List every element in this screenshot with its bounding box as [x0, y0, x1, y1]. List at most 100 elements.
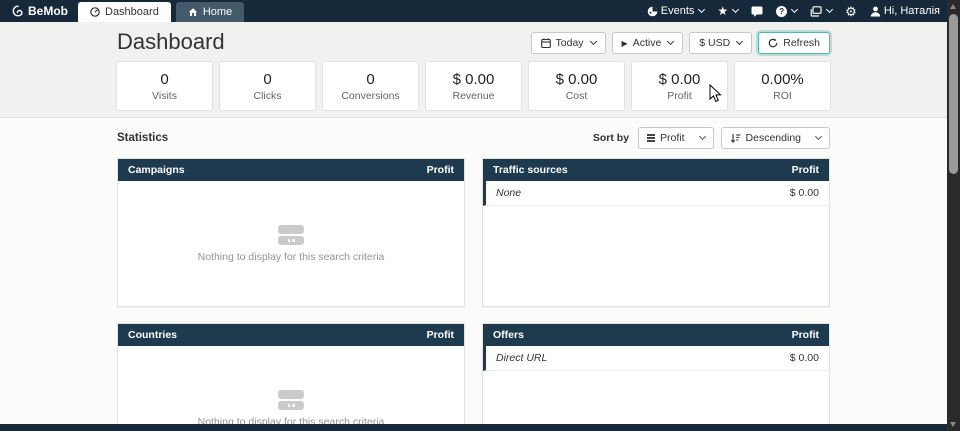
stat-value: $ 0.00 — [556, 71, 598, 88]
stat-card-conversions: 0 Conversions — [323, 62, 418, 110]
statistics-panels: Campaigns Profit Nothing to display for … — [117, 158, 830, 431]
tab-dashboard[interactable]: Dashboard — [78, 2, 171, 22]
stat-label: Conversions — [341, 90, 399, 102]
help-menu[interactable]: ? — [776, 6, 797, 17]
panel-title: Countries — [128, 329, 177, 341]
stat-value: 0 — [160, 71, 168, 88]
tab-home-label: Home — [203, 6, 232, 18]
sort-controls: Sort by Profit Descending — [593, 127, 830, 149]
empty-state: Nothing to display for this search crite… — [118, 346, 464, 431]
empty-data-icon — [278, 225, 304, 245]
currency-button[interactable]: $ USD — [689, 32, 752, 54]
feedback-button[interactable] — [751, 6, 763, 17]
user-icon — [870, 6, 881, 17]
panel-metric-label: Profit — [427, 329, 454, 341]
settings-button[interactable]: ⚙ — [845, 5, 857, 18]
stat-value: 0 — [263, 71, 271, 88]
stat-card-revenue: $ 0.00 Revenue — [426, 62, 521, 110]
topbar-actions: Events ★ ? ⚙ — [647, 0, 960, 22]
stat-label: ROI — [773, 90, 792, 102]
scroll-up-arrow-icon[interactable] — [950, 4, 956, 9]
summary-stats-row: 0 Visits 0 Clicks 0 Conversions $ 0.00 R… — [117, 62, 830, 110]
currency-label: $ USD — [699, 37, 730, 49]
empty-data-icon — [278, 390, 304, 410]
tab-dashboard-label: Dashboard — [105, 6, 159, 18]
empty-state-text: Nothing to display for this search crite… — [198, 251, 385, 263]
stat-card-cost: $ 0.00 Cost — [529, 62, 624, 110]
sort-direction-select[interactable]: Descending — [721, 127, 830, 149]
stat-value: $ 0.00 — [659, 71, 701, 88]
empty-state: Nothing to display for this search crite… — [118, 181, 464, 307]
calendar-icon — [541, 38, 551, 48]
statistics-heading: Statistics — [117, 132, 168, 144]
stat-label: Visits — [152, 90, 177, 102]
dashboard-header: Dashboard Today ▶ Active $ USD — [0, 22, 947, 118]
row-name: None — [496, 187, 521, 199]
panel-title: Campaigns — [128, 164, 185, 176]
table-row[interactable]: Direct URL $ 0.00 — [483, 346, 829, 371]
chevron-down-icon — [815, 133, 822, 140]
favorites-menu[interactable]: ★ — [717, 5, 738, 17]
refresh-button[interactable]: Refresh — [758, 32, 830, 54]
row-value: $ 0.00 — [790, 352, 819, 364]
stat-label: Revenue — [452, 90, 494, 102]
refresh-label: Refresh — [783, 37, 820, 49]
menu-icon — [647, 133, 655, 143]
panel-title: Traffic sources — [493, 164, 568, 176]
events-menu[interactable]: Events — [647, 5, 705, 17]
panel-offers: Offers Profit Direct URL $ 0.00 — [482, 323, 830, 431]
panel-metric-label: Profit — [792, 329, 819, 341]
panel-metric-label: Profit — [792, 164, 819, 176]
table-row[interactable]: None $ 0.00 — [483, 181, 829, 206]
statistics-section: Statistics Sort by Profit Descending — [0, 119, 947, 431]
chevron-down-icon — [698, 6, 705, 13]
home-icon — [188, 7, 198, 17]
header-controls: Today ▶ Active $ USD Refresh — [531, 32, 830, 54]
sort-descending-icon — [730, 133, 741, 144]
stat-card-clicks: 0 Clicks — [220, 62, 315, 110]
stat-value: $ 0.00 — [453, 71, 495, 88]
stat-label: Profit — [667, 90, 692, 102]
chevron-down-icon — [590, 38, 597, 45]
bemob-logo-icon — [12, 5, 24, 17]
page-title: Dashboard — [117, 29, 225, 55]
panel-countries: Countries Profit Nothing to display for … — [117, 323, 465, 431]
status-filter-button[interactable]: ▶ Active — [612, 32, 684, 54]
sort-direction-value: Descending — [746, 132, 801, 144]
row-name: Direct URL — [496, 352, 547, 364]
tab-home[interactable]: Home — [176, 2, 244, 22]
sort-field-select[interactable]: Profit — [638, 127, 714, 149]
chevron-down-icon — [791, 6, 798, 13]
user-menu[interactable]: Hi, Наталія — [870, 5, 940, 17]
chevron-down-icon — [736, 38, 743, 45]
stat-label: Cost — [566, 90, 588, 102]
status-filter-label: Active — [633, 37, 662, 49]
star-icon: ★ — [717, 5, 728, 17]
chevron-down-icon — [826, 6, 833, 13]
date-range-label: Today — [556, 37, 584, 49]
row-value: $ 0.00 — [790, 187, 819, 199]
question-icon: ? — [776, 6, 787, 17]
stat-card-roi: 0.00% ROI — [735, 62, 830, 110]
vertical-scrollbar[interactable] — [947, 0, 960, 431]
stat-card-visits: 0 Visits — [117, 62, 212, 110]
stat-value: 0 — [366, 71, 374, 88]
footer-bar — [0, 424, 960, 431]
date-range-button[interactable]: Today — [531, 32, 606, 54]
bemob-logo[interactable]: BeMob — [0, 0, 78, 22]
gear-icon: ⚙ — [845, 5, 857, 18]
scrollbar-thumb[interactable] — [949, 14, 958, 174]
chevron-down-icon — [667, 38, 674, 45]
stat-card-profit: $ 0.00 Profit — [632, 62, 727, 110]
stat-value: 0.00% — [761, 71, 804, 88]
pages-menu[interactable] — [810, 6, 832, 17]
panel-metric-label: Profit — [427, 164, 454, 176]
stat-label: Clicks — [254, 90, 282, 102]
refresh-icon — [768, 38, 778, 48]
stack-icon — [810, 6, 822, 17]
panel-campaigns: Campaigns Profit Nothing to display for … — [117, 158, 465, 307]
scroll-down-arrow-icon[interactable] — [950, 422, 956, 427]
brand-name: BeMob — [28, 4, 68, 18]
events-icon — [647, 6, 658, 17]
play-icon: ▶ — [622, 39, 628, 48]
